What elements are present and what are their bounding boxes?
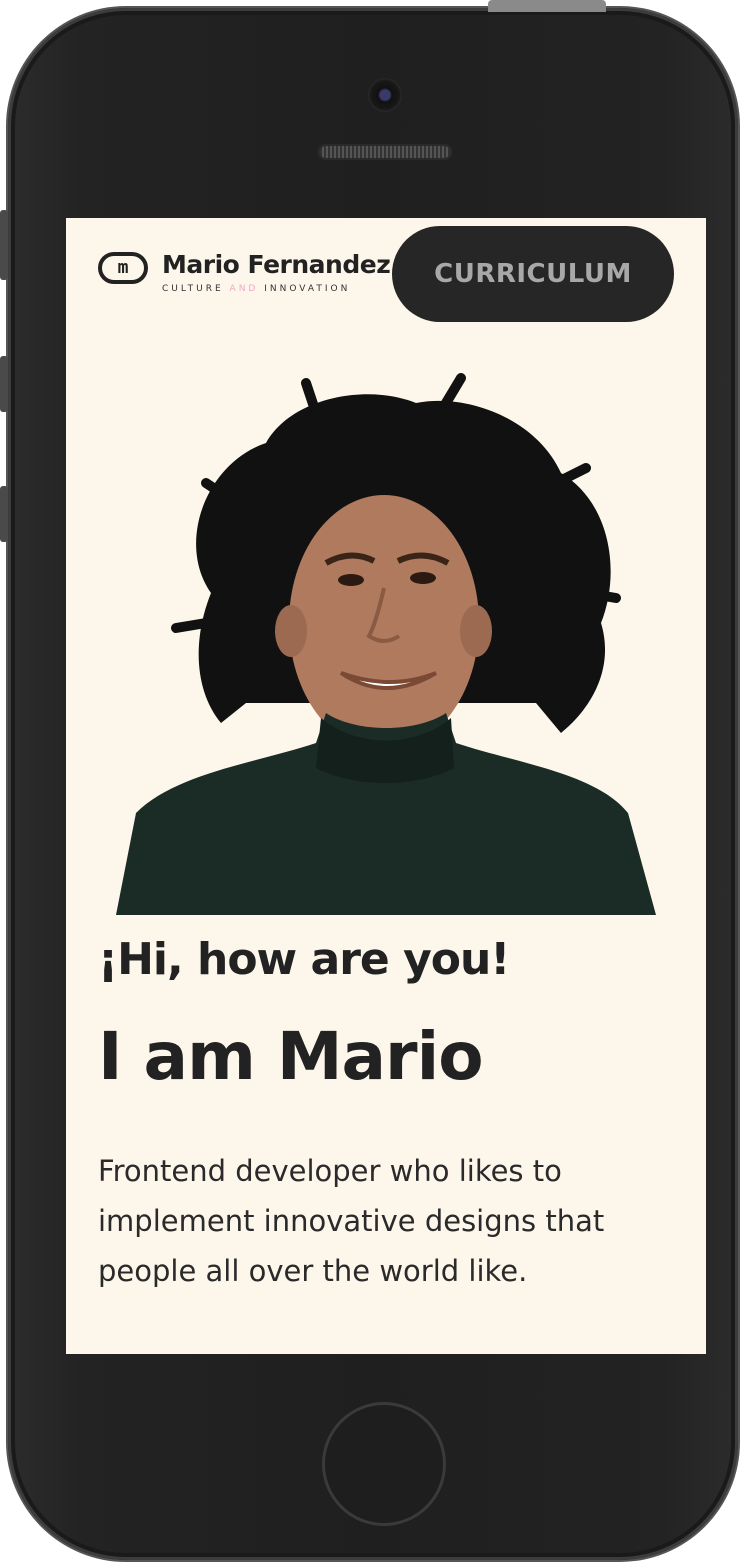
phone-frame: m Mario Fernandez CULTURE AND INNOVATION… — [8, 8, 738, 1560]
name-heading: I am Mario — [98, 1018, 484, 1095]
tagline-part1: CULTURE — [162, 284, 224, 294]
logo[interactable]: m Mario Fernandez CULTURE AND INNOVATION — [98, 250, 391, 294]
tagline-accent: AND — [229, 284, 259, 294]
logo-mark-icon: m — [98, 252, 148, 284]
logo-tagline: CULTURE AND INNOVATION — [162, 284, 390, 294]
logo-mark-letter: m — [117, 257, 129, 278]
logo-name: Mario Fernandez — [162, 250, 391, 279]
volume-down-button[interactable] — [0, 486, 8, 542]
greeting-heading: ¡Hi, how are you! — [98, 934, 510, 985]
screen: m Mario Fernandez CULTURE AND INNOVATION… — [66, 218, 706, 1354]
home-button[interactable] — [322, 1402, 446, 1526]
front-camera-icon — [368, 78, 402, 112]
description-text: Frontend developer who likes to implemen… — [98, 1154, 605, 1288]
volume-up-button[interactable] — [0, 356, 8, 412]
tagline-part2: INNOVATION — [264, 284, 351, 294]
speaker-grille — [318, 144, 452, 160]
logo-text: Mario Fernandez CULTURE AND INNOVATION — [162, 250, 391, 294]
mute-switch[interactable] — [0, 210, 8, 280]
power-button[interactable] — [488, 0, 606, 12]
profile-portrait — [116, 373, 656, 915]
curriculum-button[interactable]: CURRICULUM — [392, 226, 674, 322]
